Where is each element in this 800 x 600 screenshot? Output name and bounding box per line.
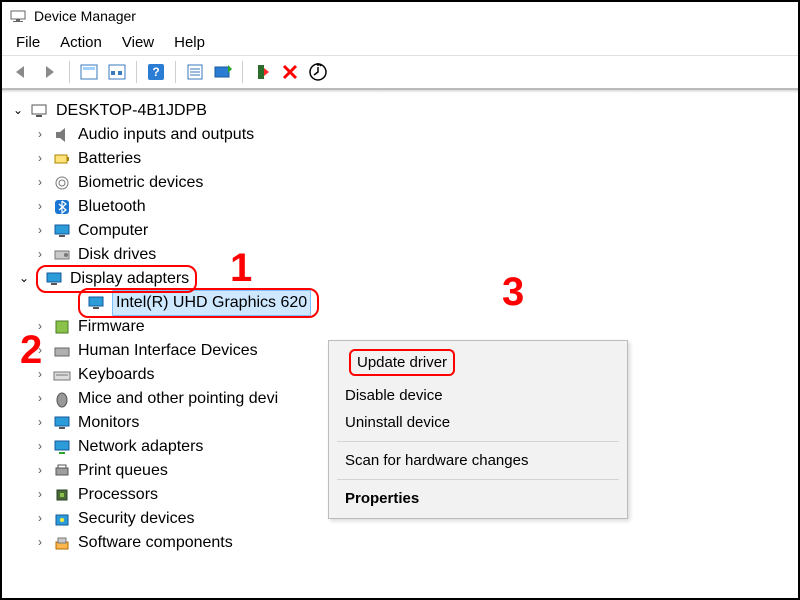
context-menu: Update driver Disable device Uninstall d… [328, 340, 628, 519]
svg-text:?: ? [152, 65, 159, 79]
ctx-update-driver[interactable]: Update driver [349, 349, 455, 376]
chevron-down-icon[interactable]: ⌄ [18, 270, 30, 287]
chevron-right-icon[interactable]: › [34, 486, 46, 503]
monitor-icon [52, 413, 72, 433]
window-title: Device Manager [34, 8, 136, 24]
tree-item-label: Batteries [78, 147, 141, 170]
fingerprint-icon [52, 173, 72, 193]
keyboard-icon [52, 365, 72, 385]
tree-item-software-components[interactable]: › Software components [34, 531, 794, 555]
chevron-right-icon[interactable]: › [34, 390, 46, 407]
tree-item-label: Display adapters [70, 267, 189, 290]
software-icon [52, 533, 72, 553]
tree-item-firmware[interactable]: › Firmware [34, 315, 794, 339]
chevron-right-icon[interactable]: › [34, 126, 46, 143]
titlebar: Device Manager [2, 2, 798, 30]
ctx-disable-device[interactable]: Disable device [329, 382, 627, 409]
monitor-icon [52, 221, 72, 241]
device-manager-icon [8, 6, 28, 26]
printer-icon [52, 461, 72, 481]
network-icon [52, 437, 72, 457]
scan-hardware-button[interactable] [306, 60, 330, 84]
chevron-right-icon[interactable]: › [34, 534, 46, 551]
tree-item-label: Print queues [78, 459, 168, 482]
tree-item-label: Keyboards [78, 363, 155, 386]
tree-item-batteries[interactable]: › Batteries [34, 147, 794, 171]
chevron-right-icon[interactable]: › [34, 414, 46, 431]
chevron-right-icon[interactable]: › [34, 222, 46, 239]
chevron-right-icon[interactable]: › [34, 174, 46, 191]
chevron-right-icon[interactable]: › [34, 198, 46, 215]
tree-item-label: Mice and other pointing devi [78, 387, 278, 410]
tree-item-label: Biometric devices [78, 171, 203, 194]
chevron-right-icon[interactable]: › [34, 150, 46, 167]
menubar: File Action View Help [2, 30, 798, 55]
bluetooth-icon [52, 197, 72, 217]
menu-file[interactable]: File [16, 34, 40, 51]
ctx-separator [337, 479, 619, 480]
battery-icon [52, 149, 72, 169]
menu-help[interactable]: Help [174, 34, 205, 51]
back-button[interactable] [10, 60, 34, 84]
firmware-icon [52, 317, 72, 337]
ctx-scan-hardware[interactable]: Scan for hardware changes [329, 447, 627, 474]
cpu-icon [52, 485, 72, 505]
ctx-separator [337, 441, 619, 442]
toolbar-separator [136, 61, 137, 83]
disk-icon [52, 245, 72, 265]
display-adapter-icon [44, 269, 64, 289]
uninstall-button[interactable] [278, 60, 302, 84]
toolbar-separator [175, 61, 176, 83]
chevron-right-icon[interactable]: › [34, 510, 46, 527]
chevron-right-icon[interactable]: › [34, 246, 46, 263]
tree-item-label: Firmware [78, 315, 145, 338]
computer-icon [30, 101, 50, 121]
tree-item-display-adapters[interactable]: ⌄ Display adapters [34, 267, 794, 291]
enable-device-button[interactable] [250, 60, 274, 84]
tree-item-intel-uhd-620[interactable]: Intel(R) UHD Graphics 620 [78, 291, 794, 315]
ctx-properties[interactable]: Properties [329, 485, 627, 512]
tree-item-label: Disk drives [78, 243, 156, 266]
chevron-right-icon[interactable]: › [34, 462, 46, 479]
tree-item-label: Human Interface Devices [78, 339, 258, 362]
display-adapter-icon [86, 293, 106, 313]
toolbar-separator [69, 61, 70, 83]
mouse-icon [52, 389, 72, 409]
tree-item-disk[interactable]: › Disk drives [34, 243, 794, 267]
help-button[interactable]: ? [144, 60, 168, 84]
ctx-uninstall-device[interactable]: Uninstall device [329, 409, 627, 436]
tree-item-label: Network adapters [78, 435, 203, 458]
tree-item-label: Security devices [78, 507, 195, 530]
chevron-right-icon[interactable]: › [34, 438, 46, 455]
annotation-3: 3 [502, 263, 524, 321]
hid-icon [52, 341, 72, 361]
tree-item-label: Intel(R) UHD Graphics 620 [112, 290, 311, 315]
tree-root-label: DESKTOP-4B1JDPB [56, 99, 207, 122]
view-button[interactable] [105, 60, 129, 84]
tree-item-biometric[interactable]: › Biometric devices [34, 171, 794, 195]
tree-item-computer[interactable]: › Computer [34, 219, 794, 243]
tree-item-audio[interactable]: › Audio inputs and outputs [34, 123, 794, 147]
annotation-1: 1 [230, 239, 252, 297]
tree-item-label: Computer [78, 219, 148, 242]
chevron-down-icon[interactable]: ⌄ [12, 102, 24, 119]
annotation-2: 2 [20, 321, 42, 379]
toolbar-separator [242, 61, 243, 83]
update-driver-button[interactable] [211, 60, 235, 84]
toolbar: ? [2, 55, 798, 89]
menu-view[interactable]: View [122, 34, 154, 51]
properties-button[interactable] [183, 60, 207, 84]
speaker-icon [52, 125, 72, 145]
tree-item-label: Audio inputs and outputs [78, 123, 254, 146]
tree-item-label: Monitors [78, 411, 139, 434]
tree-item-label: Processors [78, 483, 158, 506]
tree-item-bluetooth[interactable]: › Bluetooth [34, 195, 794, 219]
security-icon [52, 509, 72, 529]
tree-root[interactable]: ⌄ DESKTOP-4B1JDPB [12, 99, 794, 123]
tree-item-label: Bluetooth [78, 195, 146, 218]
show-hidden-button[interactable] [77, 60, 101, 84]
forward-button[interactable] [38, 60, 62, 84]
tree-item-label: Software components [78, 531, 233, 554]
menu-action[interactable]: Action [60, 34, 102, 51]
